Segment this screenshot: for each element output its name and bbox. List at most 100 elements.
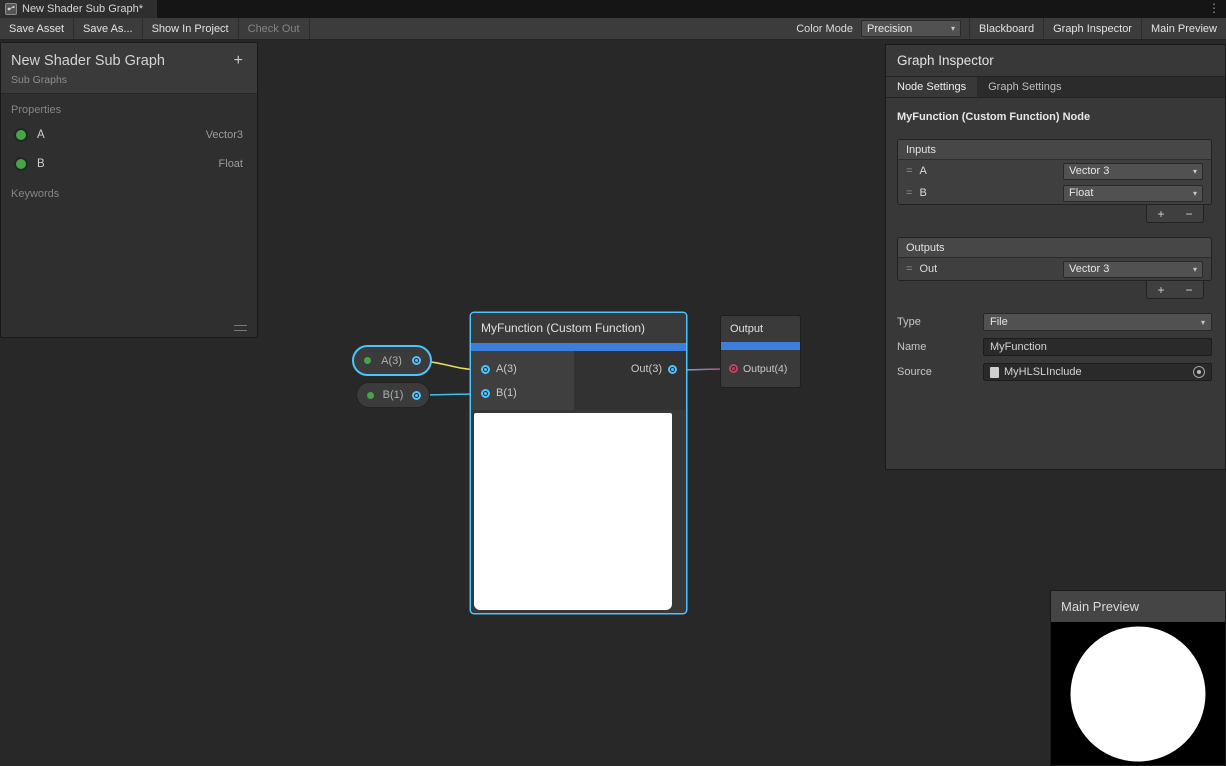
inputs-list-row[interactable]: = A Vector 3 ▾ bbox=[898, 160, 1211, 182]
node-output[interactable]: Output Output(4) bbox=[720, 315, 801, 388]
type-label: Type bbox=[897, 316, 983, 328]
file-icon bbox=[990, 367, 999, 378]
resize-handle-icon[interactable] bbox=[234, 325, 247, 331]
graph-inspector-toggle-button[interactable]: Graph Inspector bbox=[1043, 18, 1141, 39]
document-tab-label: New Shader Sub Graph* bbox=[22, 3, 143, 15]
node-input-ports: A(3) B(1) bbox=[471, 351, 574, 410]
property-node-a[interactable]: A(3) bbox=[352, 345, 432, 376]
main-preview-viewport[interactable] bbox=[1051, 622, 1225, 765]
outputs-list-row[interactable]: = Out Vector 3 ▾ bbox=[898, 258, 1211, 280]
precision-color-strip bbox=[721, 342, 800, 350]
remove-input-button[interactable]: − bbox=[1185, 207, 1192, 221]
chevron-down-icon: ▾ bbox=[951, 24, 955, 33]
name-field-row: Name MyFunction bbox=[897, 338, 1212, 356]
output-type-value: Vector 3 bbox=[1069, 263, 1109, 275]
tab-graph-settings[interactable]: Graph Settings bbox=[977, 77, 1072, 97]
show-in-project-button[interactable]: Show In Project bbox=[143, 18, 239, 39]
toolbar-spacer bbox=[310, 18, 789, 39]
node-title[interactable]: MyFunction (Custom Function) bbox=[471, 313, 686, 343]
source-label: Source bbox=[897, 366, 983, 378]
property-type: Vector3 bbox=[206, 129, 243, 141]
type-dropdown[interactable]: File ▾ bbox=[983, 313, 1212, 331]
property-node-label: A(3) bbox=[376, 355, 407, 367]
input-port-row: A(3) bbox=[471, 357, 574, 381]
node-output-ports: Out(3) bbox=[574, 351, 686, 410]
main-preview-title[interactable]: Main Preview bbox=[1051, 591, 1225, 622]
remove-output-button[interactable]: − bbox=[1185, 283, 1192, 297]
input-type-dropdown[interactable]: Float ▾ bbox=[1063, 185, 1203, 202]
property-node-b[interactable]: B(1) bbox=[356, 382, 430, 408]
name-label: Name bbox=[897, 341, 983, 353]
output-type-dropdown[interactable]: Vector 3 ▾ bbox=[1063, 261, 1203, 278]
node-port-area: A(3) B(1) Out(3) bbox=[471, 351, 686, 410]
node-preview[interactable] bbox=[474, 413, 672, 610]
blackboard-subtitle: Sub Graphs bbox=[11, 74, 247, 86]
property-color-dot bbox=[14, 128, 28, 142]
graph-inspector-title[interactable]: Graph Inspector bbox=[886, 45, 1225, 76]
port-a-input[interactable] bbox=[481, 365, 490, 374]
source-object-field[interactable]: MyHLSLInclude bbox=[983, 363, 1212, 381]
save-asset-button[interactable]: Save Asset bbox=[0, 18, 74, 39]
input-type-value: Vector 3 bbox=[1069, 165, 1109, 177]
node-title[interactable]: Output bbox=[721, 316, 800, 342]
add-output-button[interactable]: + bbox=[1157, 283, 1164, 297]
input-type-dropdown[interactable]: Vector 3 ▾ bbox=[1063, 163, 1203, 180]
window-menu-icon[interactable]: ⋮ bbox=[1208, 0, 1220, 18]
property-color-dot bbox=[364, 357, 371, 364]
name-input[interactable]: MyFunction bbox=[983, 338, 1212, 356]
output-name: Out bbox=[919, 263, 937, 275]
document-tab-strip: New Shader Sub Graph* ⋮ bbox=[0, 0, 1226, 18]
input-port-row: Output(4) bbox=[721, 350, 800, 387]
type-value: File bbox=[990, 316, 1008, 328]
outputs-list: Outputs = Out Vector 3 ▾ bbox=[897, 237, 1212, 281]
add-property-button[interactable]: + bbox=[230, 52, 247, 70]
blackboard-title: New Shader Sub Graph bbox=[11, 53, 230, 69]
blackboard-header[interactable]: New Shader Sub Graph + Sub Graphs bbox=[1, 43, 257, 94]
inspector-tab-bar: Node Settings Graph Settings bbox=[886, 76, 1225, 98]
graph-inspector-panel: Graph Inspector Node Settings Graph Sett… bbox=[885, 44, 1226, 470]
outputs-list-header: Outputs bbox=[898, 238, 1211, 258]
drag-handle-icon[interactable]: = bbox=[906, 263, 912, 275]
source-value: MyHLSLInclude bbox=[1004, 366, 1082, 378]
object-picker-icon[interactable] bbox=[1193, 366, 1205, 378]
chevron-down-icon: ▾ bbox=[1193, 167, 1197, 176]
drag-handle-icon[interactable]: = bbox=[906, 187, 912, 199]
save-as-button[interactable]: Save As... bbox=[74, 18, 143, 39]
node-settings-header: MyFunction (Custom Function) Node bbox=[897, 111, 1212, 123]
blackboard-property-b[interactable]: B Float bbox=[1, 149, 257, 178]
inputs-list-footer: + − bbox=[1146, 205, 1204, 223]
blackboard-panel: New Shader Sub Graph + Sub Graphs Proper… bbox=[0, 42, 258, 338]
port-label: A(3) bbox=[496, 363, 517, 375]
blackboard-toggle-button[interactable]: Blackboard bbox=[969, 18, 1043, 39]
preview-sphere bbox=[1071, 626, 1206, 761]
main-preview-panel: Main Preview bbox=[1050, 590, 1226, 766]
input-name: B bbox=[919, 187, 926, 199]
drag-handle-icon[interactable]: = bbox=[906, 165, 912, 177]
property-node-label: B(1) bbox=[379, 389, 407, 401]
graph-toolbar: Save Asset Save As... Show In Project Ch… bbox=[0, 18, 1226, 40]
port-a-property-output[interactable] bbox=[412, 356, 421, 365]
inputs-list-header: Inputs bbox=[898, 140, 1211, 160]
input-type-value: Float bbox=[1069, 187, 1093, 199]
tab-node-settings[interactable]: Node Settings bbox=[886, 77, 977, 97]
main-preview-toggle-button[interactable]: Main Preview bbox=[1141, 18, 1226, 39]
port-out-output[interactable] bbox=[668, 365, 677, 374]
node-myfunction[interactable]: MyFunction (Custom Function) A(3) B(1) O… bbox=[471, 313, 686, 613]
property-color-dot bbox=[14, 157, 28, 171]
inputs-list: Inputs = A Vector 3 ▾ = B Float ▾ bbox=[897, 139, 1212, 205]
port-b-input[interactable] bbox=[481, 389, 490, 398]
properties-section-label: Properties bbox=[1, 94, 257, 120]
property-name: A bbox=[37, 129, 45, 141]
outputs-list-footer: + − bbox=[1146, 281, 1204, 299]
output-port-row: Out(3) bbox=[574, 357, 686, 381]
port-output4-input[interactable] bbox=[729, 364, 738, 373]
color-mode-dropdown[interactable]: Precision ▾ bbox=[861, 20, 961, 37]
input-name: A bbox=[919, 165, 926, 177]
port-b-property-output[interactable] bbox=[412, 391, 421, 400]
document-tab[interactable]: New Shader Sub Graph* bbox=[0, 0, 157, 18]
input-port-row: B(1) bbox=[471, 381, 574, 405]
port-label: Output(4) bbox=[743, 363, 787, 375]
inputs-list-row[interactable]: = B Float ▾ bbox=[898, 182, 1211, 204]
blackboard-property-a[interactable]: A Vector3 bbox=[1, 120, 257, 149]
add-input-button[interactable]: + bbox=[1157, 207, 1164, 221]
